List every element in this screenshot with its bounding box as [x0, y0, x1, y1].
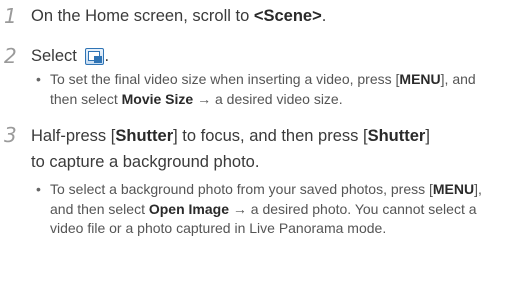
movie-size-label: Movie Size [121, 90, 194, 107]
step-text: Select . [31, 44, 506, 68]
step-text: Half-press [Shutter] to focus, and then … [31, 123, 506, 175]
shutter-key-label: Shutter [367, 127, 426, 145]
bullet-dot: • [36, 71, 41, 87]
step-2-note: • To set the final video size when inser… [36, 70, 506, 110]
open-image-label: Open Image [148, 200, 229, 217]
step-text-part: Half-press [ [31, 127, 116, 145]
note-text-part: To select a background photo from your s… [50, 181, 433, 197]
menu-key-label: MENU [432, 181, 475, 197]
step-text-part: to capture a background photo. [31, 153, 260, 171]
shutter-key-label: Shutter [115, 127, 174, 145]
step-text-part: . [321, 7, 327, 25]
scene-photo-icon [85, 48, 105, 65]
step-text-part: ] [425, 127, 430, 145]
step-text-part: On the Home screen, scroll to [31, 7, 254, 25]
step-text-part: . [104, 47, 110, 65]
step-text: On the Home screen, scroll to <Scene>. [31, 4, 506, 28]
note-text-part: → a desired video size. [193, 90, 343, 107]
step-3-note: • To select a background photo from your… [36, 180, 506, 260]
scene-label: <Scene> [253, 7, 322, 25]
step-1: 1 On the Home screen, scroll to <Scene>. [0, 4, 510, 30]
step-number: 1 [4, 4, 17, 28]
step-2: 2 Select . [0, 44, 510, 70]
step-number: 2 [4, 44, 17, 68]
note-text: To set the final video size when inserti… [50, 70, 506, 109]
step-text-part: ] to focus, and then press [ [173, 127, 368, 145]
step-3: 3 Half-press [Shutter] to focus, and the… [0, 123, 510, 173]
menu-key-label: MENU [399, 71, 441, 87]
note-text-part: To set the final video size when inserti… [50, 71, 400, 87]
bullet-dot: • [36, 181, 41, 197]
note-text: To select a background photo from your s… [50, 180, 506, 239]
step-text-part: Select [31, 47, 82, 65]
step-number: 3 [4, 123, 17, 147]
